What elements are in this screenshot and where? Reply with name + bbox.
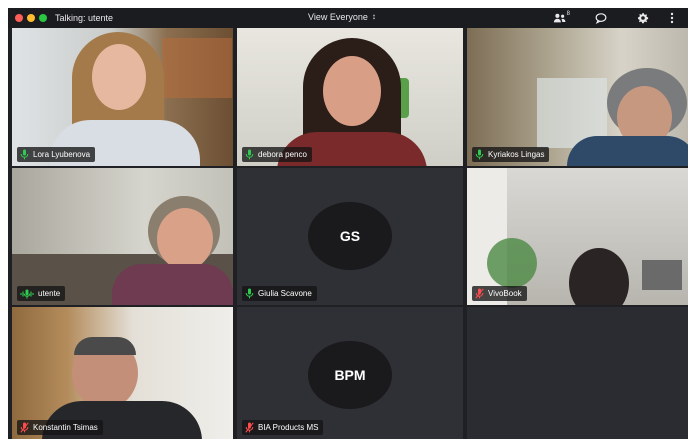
participant-nametag: debora penco [242,147,312,162]
video-tile-utente[interactable]: utente [12,168,233,305]
video-tile-giulia[interactable]: GS Giulia Scavone [237,168,463,305]
participant-nametag: VivoBook [472,286,527,301]
video-tile-kyriakos[interactable]: Kyriakos Lingas [467,28,688,166]
participant-video [12,28,233,166]
participant-nametag: Giulia Scavone [242,286,317,301]
participant-video [467,28,688,166]
more-vertical-icon[interactable] [664,11,680,25]
updown-chevron-icon: ↕ [371,12,376,21]
minimize-window-button[interactable] [27,14,35,22]
view-selector-label: View Everyone [308,12,368,22]
participant-nametag: Konstantin Tsimas [17,420,103,435]
gear-icon[interactable] [635,11,651,25]
video-tile-bia-products[interactable]: BPM BIA Products MS [237,307,463,439]
video-tile-debora[interactable]: debora penco [237,28,463,166]
participant-name: Giulia Scavone [258,289,312,298]
participant-name: Lora Lyubenova [33,150,91,159]
chat-bubble-icon[interactable] [593,11,609,25]
empty-tile [467,307,688,439]
participant-name: VivoBook [488,289,522,298]
participant-name: debora penco [258,150,307,159]
participant-video [237,28,463,166]
view-selector[interactable]: View Everyone ↕ [308,12,376,22]
title-bar: Talking: utente View Everyone ↕ 8 [8,8,688,28]
microphone-on-icon [20,149,29,160]
microphone-muted-icon [20,422,29,433]
participants-badge: 8 [566,11,570,17]
participant-initials-avatar: BPM [308,341,392,409]
participant-name: Kyriakos Lingas [488,150,545,159]
video-tile-lora[interactable]: Lora Lyubenova [12,28,233,166]
talking-indicator: Talking: utente [55,13,114,23]
microphone-muted-icon [245,422,254,433]
participant-video [12,168,233,305]
participant-nametag: utente [17,286,66,301]
participant-nametag: Kyriakos Lingas [472,147,550,162]
video-tile-konstantin[interactable]: Konstantin Tsimas [12,307,233,439]
participant-name: BIA Products MS [258,423,319,432]
video-tile-vivobook[interactable]: VivoBook [467,168,688,305]
fullscreen-window-button[interactable] [39,14,47,22]
speaking-microphone-icon [20,289,34,299]
participant-name: utente [38,289,61,298]
close-window-button[interactable] [15,14,23,22]
microphone-on-icon [245,149,254,160]
meeting-window: Talking: utente View Everyone ↕ 8 Lora L… [8,8,688,439]
microphone-on-icon [245,288,254,299]
participant-nametag: Lora Lyubenova [17,147,96,162]
microphone-on-icon [475,149,484,160]
participant-initials-avatar: GS [308,202,392,270]
people-icon[interactable]: 8 [552,11,570,25]
microphone-muted-icon [475,288,484,299]
participant-name: Konstantin Tsimas [33,423,98,432]
participant-nametag: BIA Products MS [242,420,324,435]
participant-video [467,168,688,305]
